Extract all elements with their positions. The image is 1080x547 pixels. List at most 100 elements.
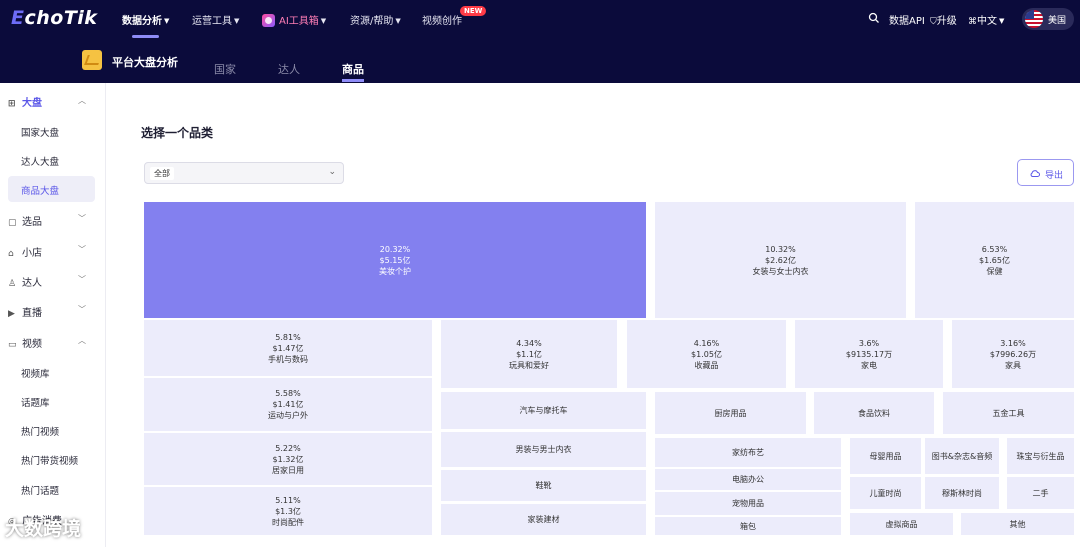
- tile-name: 穆斯林时尚: [942, 488, 982, 498]
- treemap-tile[interactable]: 5.81% $1.47亿 手机与数码: [144, 320, 432, 376]
- upgrade-button[interactable]: ⛉升级: [930, 12, 957, 27]
- sidebar-item-dashboard[interactable]: ⊞ 大盘: [8, 94, 42, 109]
- treemap-tile[interactable]: 图书&杂志&音频: [925, 438, 999, 474]
- tile-value: $1.41亿: [272, 400, 304, 409]
- tile-name: 图书&杂志&音频: [931, 451, 993, 461]
- tab-product[interactable]: 商品: [342, 61, 364, 77]
- tile-name: 汽车与摩托车: [519, 406, 568, 415]
- tile-name: 男装与男士内衣: [515, 445, 572, 454]
- tile-pct: 4.34%: [516, 338, 542, 348]
- treemap-tile[interactable]: 电脑办公: [655, 469, 841, 490]
- treemap-tile[interactable]: 家装建材: [441, 504, 646, 535]
- chevron-up-icon: ︿: [78, 336, 86, 345]
- treemap-tile[interactable]: 5.58% $1.41亿 运动与户外: [144, 378, 432, 431]
- tile-name: 美妆个护: [379, 266, 411, 276]
- tile-name: 女装与女士内衣: [752, 266, 809, 276]
- sidebar-item-influencer[interactable]: ♙ 达人: [8, 274, 42, 289]
- treemap-tile[interactable]: 5.22% $1.32亿 居家日用: [144, 433, 432, 485]
- language-select[interactable]: ⌘中文 ▼: [968, 12, 1004, 27]
- grid-icon: ⊞: [8, 99, 16, 109]
- bag-icon: ▢: [8, 218, 17, 228]
- treemap-tile[interactable]: 珠宝与衍生品: [1007, 438, 1074, 474]
- sidebar-item-hot-selling-videos[interactable]: 热门带货视频: [21, 453, 78, 467]
- us-flag-icon: [1025, 10, 1043, 28]
- chevron-down-icon: ﹀: [78, 245, 86, 254]
- treemap-tile[interactable]: 4.34% $1.1亿 玩具和爱好: [441, 320, 617, 388]
- chevron-down-icon: ﹀: [78, 275, 86, 284]
- treemap-tile[interactable]: 五金工具: [943, 392, 1074, 434]
- sidebar-item-country-dashboard[interactable]: 国家大盘: [21, 125, 59, 139]
- region-select[interactable]: 美国: [1022, 8, 1074, 30]
- tile-name: 家电: [861, 360, 877, 370]
- sidebar-item-live[interactable]: ▶ 直播: [8, 304, 42, 319]
- sidebar-item-topic-library[interactable]: 话题库: [21, 395, 50, 409]
- sidebar-item-shop[interactable]: ⌂ 小店: [8, 244, 42, 259]
- tile-value: $1.1亿: [516, 349, 542, 359]
- treemap-tile[interactable]: 6.53% $1.65亿 保健: [915, 202, 1074, 318]
- tile-name: 二手: [1032, 488, 1049, 498]
- export-button[interactable]: 导出: [1017, 159, 1074, 186]
- tile-name: 鞋靴: [535, 481, 552, 490]
- tile-pct: 20.32%: [379, 244, 411, 254]
- chevron-down-icon: ﹀: [78, 214, 86, 223]
- tile-pct: 3.16%: [1000, 338, 1026, 348]
- sidebar-item-video[interactable]: ▭ 视频: [8, 335, 42, 350]
- treemap-tile[interactable]: 鞋靴: [441, 470, 646, 501]
- treemap-tile[interactable]: 10.32% $2.62亿 女装与女士内衣: [655, 202, 906, 318]
- search-icon[interactable]: [868, 12, 880, 24]
- data-api-link[interactable]: 数据API: [889, 12, 925, 27]
- treemap-tile[interactable]: 厨房用品: [655, 392, 806, 434]
- tile-pct: 5.81%: [275, 332, 301, 342]
- treemap-tile[interactable]: 宠物用品: [655, 492, 841, 515]
- treemap-tile[interactable]: 3.6% $9135.17万 家电: [795, 320, 943, 388]
- sidebar-item-video-library[interactable]: 视频库: [21, 366, 50, 380]
- cloud-export-icon: [1030, 170, 1040, 177]
- treemap-tile[interactable]: 母婴用品: [850, 438, 921, 474]
- video-icon: ▭: [8, 340, 17, 350]
- treemap-tile[interactable]: 二手: [1007, 477, 1074, 509]
- chevron-down-icon: ▼: [234, 17, 240, 25]
- tile-pct: 5.22%: [275, 443, 301, 453]
- echotik-logo[interactable]: EchoTik: [11, 7, 97, 29]
- tile-value: $1.3亿: [275, 506, 301, 516]
- treemap-tile[interactable]: 儿童时尚: [850, 477, 921, 509]
- treemap-tile[interactable]: 其他: [961, 513, 1074, 535]
- treemap-tile[interactable]: 4.16% $1.05亿 收藏品: [627, 320, 786, 388]
- sidebar-item-hot-videos[interactable]: 热门视频: [21, 424, 59, 438]
- treemap-tile[interactable]: 家纺布艺: [655, 438, 841, 467]
- treemap-tile[interactable]: 箱包: [655, 517, 841, 535]
- tile-name: 珠宝与衍生品: [1016, 451, 1065, 461]
- treemap-tile[interactable]: 虚拟商品: [850, 513, 953, 535]
- category-select[interactable]: 全部 ⌄: [144, 162, 344, 184]
- watermark: 大数跨境: [5, 518, 82, 540]
- treemap-tile[interactable]: 20.32% $5.15亿 美妆个护: [144, 202, 646, 318]
- tile-name: 家装建材: [527, 515, 560, 524]
- treemap-tile[interactable]: 汽车与摩托车: [441, 392, 646, 429]
- treemap-tile[interactable]: 5.11% $1.3亿 时尚配件: [144, 487, 432, 535]
- treemap-tile[interactable]: 穆斯林时尚: [925, 477, 999, 509]
- sidebar-item-product-dashboard[interactable]: 商品大盘: [21, 183, 59, 197]
- nav-ai-toolbox[interactable]: AI工具箱 ▼: [262, 12, 326, 27]
- tile-name: 时尚配件: [272, 517, 304, 527]
- treemap-tile[interactable]: 食品饮料: [814, 392, 934, 434]
- treemap-tile[interactable]: 3.16% $7996.26万 家具: [952, 320, 1074, 388]
- nav-ops-tools[interactable]: 运营工具 ▼: [192, 12, 239, 27]
- chart-board-icon: [82, 50, 102, 70]
- tile-name: 食品饮料: [858, 408, 890, 418]
- tab-country[interactable]: 国家: [214, 61, 236, 77]
- tile-name: 居家日用: [272, 465, 304, 475]
- nav-data-analysis[interactable]: 数据分析 ▼: [122, 12, 169, 27]
- tile-name: 儿童时尚: [869, 488, 902, 498]
- user-icon: ♙: [8, 279, 17, 289]
- translate-icon: ⌘: [968, 17, 977, 27]
- sidebar-item-hot-topics[interactable]: 热门话题: [21, 483, 59, 497]
- nav-resources-help[interactable]: 资源/帮助 ▼: [350, 12, 401, 27]
- sidebar-item-product-selection[interactable]: ▢ 选品: [8, 213, 42, 228]
- tile-name: 厨房用品: [714, 408, 747, 418]
- nav-video-creation[interactable]: 视频创作: [422, 12, 462, 27]
- chevron-down-icon: ▼: [999, 17, 1005, 25]
- tab-influencer[interactable]: 达人: [278, 61, 300, 77]
- tile-name: 电脑办公: [732, 475, 764, 484]
- sidebar-item-influencer-dashboard[interactable]: 达人大盘: [21, 154, 59, 168]
- treemap-tile[interactable]: 男装与男士内衣: [441, 432, 646, 467]
